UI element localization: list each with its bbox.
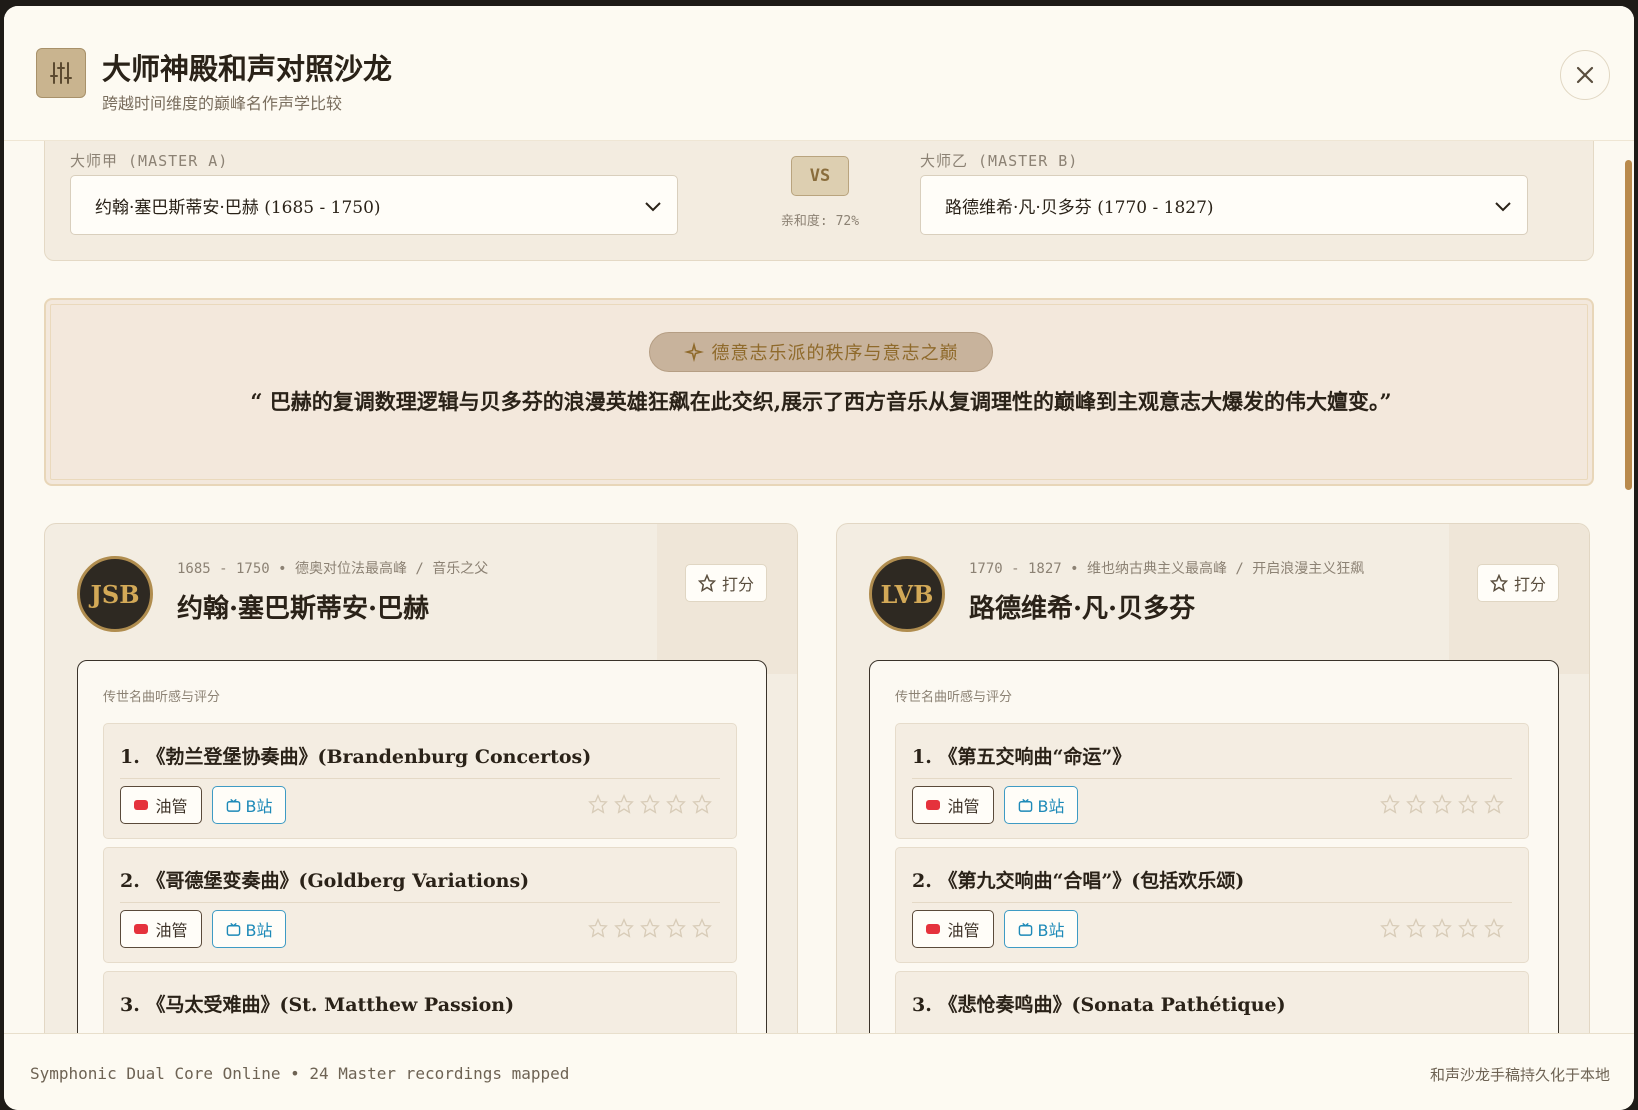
page-title: 大师神殿和声对照沙龙 bbox=[102, 52, 393, 86]
star-icon[interactable] bbox=[614, 918, 634, 938]
star-icon[interactable] bbox=[1458, 918, 1478, 938]
star-icon[interactable] bbox=[692, 918, 712, 938]
chevron-down-icon bbox=[1495, 202, 1511, 212]
works-title: 传世名曲听感与评分 bbox=[103, 690, 221, 705]
rate-button[interactable]: 打分 bbox=[685, 564, 767, 602]
star-icon[interactable] bbox=[614, 794, 634, 814]
chevron-down-icon bbox=[645, 202, 661, 212]
bilibili-button[interactable]: B站 bbox=[1004, 910, 1078, 948]
salon-window: 大师神殿和声对照沙龙 跨越时间维度的巅峰名作声学比较 大师甲 (MASTER A… bbox=[4, 6, 1634, 1110]
vs-badge: VS bbox=[791, 156, 849, 196]
tv-icon bbox=[226, 798, 240, 812]
works-panel: 传世名曲听感与评分 1. 《勃兰登堡协奏曲》(Brandenburg Conce… bbox=[77, 660, 767, 1041]
star-icon[interactable] bbox=[588, 794, 608, 814]
comparison-quote: “ 巴赫的复调数理逻辑与贝多芬的浪漫英雄狂飙在此交织,展示了西方音乐从复调理性的… bbox=[250, 389, 1392, 414]
school-badge: 德意志乐派的秩序与意志之巅 bbox=[649, 332, 993, 372]
star-icon[interactable] bbox=[666, 918, 686, 938]
rate-button-label: 打分 bbox=[1513, 575, 1546, 594]
star-outline-icon bbox=[697, 574, 716, 592]
tv-icon bbox=[1018, 922, 1032, 936]
scrollbar[interactable] bbox=[1625, 160, 1632, 490]
work-title: 2. 《第九交响曲“合唱”》(包括欢乐颂) bbox=[912, 870, 1245, 892]
master-name: 约翰·塞巴斯蒂安·巴赫 bbox=[177, 594, 430, 624]
work-title: 3. 《马太受难曲》(St. Matthew Passion) bbox=[120, 994, 515, 1016]
star-icon[interactable] bbox=[1406, 918, 1426, 938]
work-title: 1. 《第五交响曲“命运”》 bbox=[912, 746, 1132, 768]
youtube-icon bbox=[134, 800, 149, 810]
master-a-value: 约翰·塞巴斯蒂安·巴赫 (1685 - 1750) bbox=[95, 197, 381, 218]
sliders-icon bbox=[36, 48, 86, 98]
page-subtitle: 跨越时间维度的巅峰名作声学比较 bbox=[102, 94, 343, 113]
avatar: JSB bbox=[77, 556, 153, 632]
master-a-select[interactable]: 约翰·塞巴斯蒂安·巴赫 (1685 - 1750) bbox=[70, 175, 678, 235]
school-badge-label: 德意志乐派的秩序与意志之巅 bbox=[711, 343, 959, 364]
master-name: 路德维希·凡·贝多芬 bbox=[969, 594, 1196, 624]
work-item: 1. 《勃兰登堡协奏曲》(Brandenburg Concertos) 油管 B… bbox=[103, 723, 737, 839]
work-item: 2. 《第九交响曲“合唱”》(包括欢乐颂) 油管 B站 bbox=[895, 847, 1529, 963]
sparkle-icon bbox=[683, 342, 704, 362]
bilibili-button[interactable]: B站 bbox=[212, 910, 286, 948]
star-icon[interactable] bbox=[1484, 794, 1504, 814]
star-icon[interactable] bbox=[1484, 918, 1504, 938]
master-card-a: JSB 1685 - 1750 • 德奥对位法最高峰 / 音乐之父 约翰·塞巴斯… bbox=[44, 523, 798, 1041]
rate-button[interactable]: 打分 bbox=[1477, 564, 1559, 602]
footer: Symphonic Dual Core Online • 24 Master r… bbox=[4, 1033, 1634, 1110]
youtube-button[interactable]: 油管 bbox=[120, 786, 202, 824]
star-icon[interactable] bbox=[1380, 918, 1400, 938]
star-icon[interactable] bbox=[1432, 918, 1452, 938]
master-a-label: 大师甲 (MASTER A) bbox=[70, 152, 229, 170]
scroll-content[interactable]: 大师甲 (MASTER A) 约翰·塞巴斯蒂安·巴赫 (1685 - 1750)… bbox=[4, 141, 1634, 1041]
avatar: LVB bbox=[869, 556, 945, 632]
star-icon[interactable] bbox=[1406, 794, 1426, 814]
master-b-select[interactable]: 路德维希·凡·贝多芬 (1770 - 1827) bbox=[920, 175, 1528, 235]
comparison-panel: 德意志乐派的秩序与意志之巅 “ 巴赫的复调数理逻辑与贝多芬的浪漫英雄狂飙在此交织… bbox=[44, 298, 1594, 486]
work-item: 3. 《马太受难曲》(St. Matthew Passion) bbox=[103, 971, 737, 1041]
star-icon[interactable] bbox=[666, 794, 686, 814]
works-title: 传世名曲听感与评分 bbox=[895, 690, 1013, 705]
star-rating[interactable] bbox=[588, 918, 712, 938]
master-meta: 1685 - 1750 • 德奥对位法最高峰 / 音乐之父 bbox=[177, 561, 489, 577]
star-rating[interactable] bbox=[588, 794, 712, 814]
work-title: 1. 《勃兰登堡协奏曲》(Brandenburg Concertos) bbox=[120, 746, 592, 768]
master-meta: 1770 - 1827 • 维也纳古典主义最高峰 / 开启浪漫主义狂飙 bbox=[969, 561, 1365, 577]
star-icon[interactable] bbox=[1432, 794, 1452, 814]
works-panel: 传世名曲听感与评分 1. 《第五交响曲“命运”》 油管 B站 2. 《第九交响曲… bbox=[869, 660, 1559, 1041]
tv-icon bbox=[1018, 798, 1032, 812]
youtube-icon bbox=[134, 924, 149, 934]
master-selector-panel: 大师甲 (MASTER A) 约翰·塞巴斯蒂安·巴赫 (1685 - 1750)… bbox=[44, 141, 1594, 261]
close-button[interactable] bbox=[1560, 50, 1610, 100]
bilibili-button[interactable]: B站 bbox=[212, 786, 286, 824]
star-icon[interactable] bbox=[640, 794, 660, 814]
header: 大师神殿和声对照沙龙 跨越时间维度的巅峰名作声学比较 bbox=[4, 6, 1634, 141]
star-icon[interactable] bbox=[1458, 794, 1478, 814]
star-icon[interactable] bbox=[1380, 794, 1400, 814]
youtube-button[interactable]: 油管 bbox=[912, 786, 994, 824]
close-icon bbox=[1576, 66, 1594, 84]
youtube-button[interactable]: 油管 bbox=[120, 910, 202, 948]
youtube-icon bbox=[926, 924, 941, 934]
star-icon[interactable] bbox=[588, 918, 608, 938]
rate-button-label: 打分 bbox=[721, 575, 754, 594]
star-outline-icon bbox=[1489, 574, 1508, 592]
work-item: 3. 《悲怆奏鸣曲》(Sonata Pathétique) bbox=[895, 971, 1529, 1041]
bilibili-button[interactable]: B站 bbox=[1004, 786, 1078, 824]
status-text: Symphonic Dual Core Online • 24 Master r… bbox=[30, 1064, 570, 1083]
work-item: 1. 《第五交响曲“命运”》 油管 B站 bbox=[895, 723, 1529, 839]
affinity-score: 亲和度: 72% bbox=[780, 214, 860, 229]
work-title: 3. 《悲怆奏鸣曲》(Sonata Pathétique) bbox=[912, 994, 1286, 1016]
youtube-button[interactable]: 油管 bbox=[912, 910, 994, 948]
work-title: 2. 《哥德堡变奏曲》(Goldberg Variations) bbox=[120, 870, 530, 892]
master-card-b: LVB 1770 - 1827 • 维也纳古典主义最高峰 / 开启浪漫主义狂飙 … bbox=[836, 523, 1590, 1041]
work-item: 2. 《哥德堡变奏曲》(Goldberg Variations) 油管 B站 bbox=[103, 847, 737, 963]
persist-note: 和声沙龙手稿持久化于本地 bbox=[1429, 1066, 1610, 1084]
star-icon[interactable] bbox=[640, 918, 660, 938]
tv-icon bbox=[226, 922, 240, 936]
youtube-icon bbox=[926, 800, 941, 810]
star-rating[interactable] bbox=[1380, 794, 1504, 814]
star-rating[interactable] bbox=[1380, 918, 1504, 938]
star-icon[interactable] bbox=[692, 794, 712, 814]
master-b-value: 路德维希·凡·贝多芬 (1770 - 1827) bbox=[945, 197, 1214, 218]
master-b-label: 大师乙 (MASTER B) bbox=[920, 152, 1079, 170]
